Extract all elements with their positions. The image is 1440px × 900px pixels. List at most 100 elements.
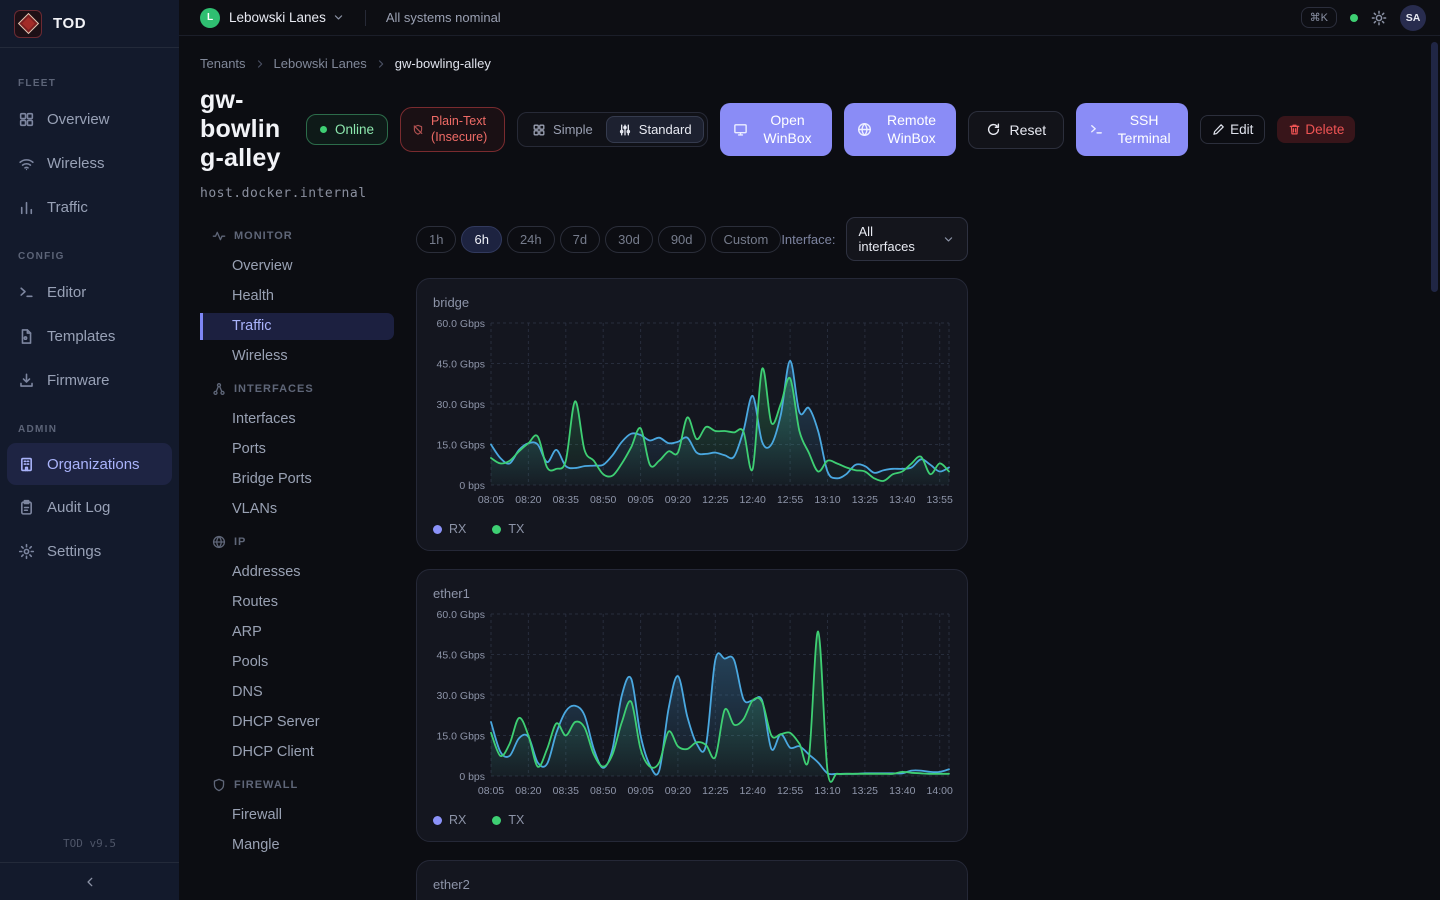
device-nav-item-pools[interactable]: Pools	[200, 649, 394, 676]
online-dot-icon	[320, 126, 327, 133]
pencil-icon	[1212, 123, 1225, 136]
remote-winbox-button[interactable]: Remote WinBox	[844, 103, 956, 156]
mode-simple-option[interactable]: Simple	[521, 117, 604, 142]
chevron-down-icon[interactable]	[332, 11, 345, 24]
range-pill-7d[interactable]: 7d	[560, 226, 600, 253]
sidebar-item-templates[interactable]: Templates	[0, 314, 179, 358]
breadcrumb-tenants[interactable]: Tenants	[200, 56, 246, 71]
device-nav-item-traffic[interactable]: Traffic	[200, 313, 394, 340]
globe-icon	[857, 122, 872, 137]
sidebar-item-overview[interactable]: Overview	[0, 97, 179, 141]
range-pill-1h[interactable]: 1h	[416, 226, 456, 253]
page-title: gw-bowling-alley	[200, 86, 294, 173]
device-nav-item-health[interactable]: Health	[200, 283, 394, 310]
interface-select[interactable]: All interfaces	[846, 217, 968, 261]
app-version: TOD v9.5	[0, 827, 179, 862]
connection-status-dot	[1350, 14, 1358, 22]
shield-off-icon	[412, 124, 424, 136]
device-nav-section-firewall: FIREWALL	[200, 770, 394, 799]
svg-text:09:20: 09:20	[665, 494, 691, 506]
device-nav-section-label: MONITOR	[234, 230, 293, 242]
sidebar-item-label: Settings	[47, 543, 101, 560]
svg-text:08:20: 08:20	[515, 785, 541, 797]
interface-select-value: All interfaces	[859, 224, 932, 254]
device-nav-item-vlans[interactable]: VLANs	[200, 496, 394, 523]
mode-standard-option[interactable]: Standard	[606, 116, 704, 143]
device-nav-section-ip: IP	[200, 527, 394, 556]
svg-text:13:40: 13:40	[889, 785, 915, 797]
open-winbox-button[interactable]: Open WinBox	[720, 103, 832, 156]
ssh-terminal-button[interactable]: SSH Terminal	[1076, 103, 1188, 156]
svg-text:60.0 Gbps: 60.0 Gbps	[437, 318, 485, 330]
monitor-icon	[733, 122, 748, 137]
sidebar-item-traffic[interactable]: Traffic	[0, 185, 179, 229]
device-nav-item-firewall[interactable]: Firewall	[200, 802, 394, 829]
insecure-warning-badge: Plain-Text (Insecure)	[400, 107, 505, 152]
sidebar-item-label: Organizations	[47, 456, 140, 473]
svg-text:08:35: 08:35	[553, 785, 579, 797]
mode-simple-label: Simple	[553, 122, 593, 137]
sidebar-item-organizations[interactable]: Organizations	[7, 443, 172, 485]
chart-title: ether1	[433, 586, 951, 601]
reset-button[interactable]: Reset	[968, 111, 1065, 149]
svg-text:14:00: 14:00	[927, 785, 953, 797]
sidebar-item-firmware[interactable]: Firmware	[0, 358, 179, 402]
svg-text:09:20: 09:20	[665, 785, 691, 797]
app-sidebar: TOD FLEETOverviewWirelessTrafficCONFIGEd…	[0, 0, 179, 900]
range-pill-custom[interactable]: Custom	[711, 226, 782, 253]
svg-text:13:10: 13:10	[814, 494, 840, 506]
device-nav-item-ports[interactable]: Ports	[200, 436, 394, 463]
user-avatar[interactable]: SA	[1400, 5, 1426, 31]
sidebar-section-label: ADMIN	[0, 402, 179, 443]
globe-icon	[212, 535, 226, 549]
breadcrumb-tenant[interactable]: Lebowski Lanes	[274, 56, 367, 71]
scrollbar-thumb[interactable]	[1431, 42, 1438, 292]
sidebar-item-editor[interactable]: Editor	[0, 270, 179, 314]
device-nav-item-routes[interactable]: Routes	[200, 589, 394, 616]
open-winbox-label: Open WinBox	[757, 112, 819, 147]
svg-text:60.0 Gbps: 60.0 Gbps	[437, 609, 485, 621]
svg-text:12:25: 12:25	[702, 494, 728, 506]
sidebar-collapse-button[interactable]	[0, 862, 179, 900]
command-palette-button[interactable]: ⌘K	[1301, 7, 1337, 28]
traffic-panel: 1h6h24h7d30d90dCustom Interface: All int…	[416, 217, 968, 900]
main-content: Tenants Lebowski Lanes gw-bowling-alley …	[179, 36, 1440, 900]
sidebar-item-wireless[interactable]: Wireless	[0, 141, 179, 185]
wifi-icon	[18, 155, 35, 172]
sidebar-item-audit-log[interactable]: Audit Log	[0, 485, 179, 529]
edit-button[interactable]: Edit	[1200, 115, 1265, 144]
chart-plot: 60.0 Gbps45.0 Gbps30.0 Gbps15.0 Gbps0 bp…	[433, 608, 953, 800]
device-nav-item-interfaces[interactable]: Interfaces	[200, 406, 394, 433]
sun-icon[interactable]	[1371, 10, 1387, 26]
device-nav-item-mangle[interactable]: Mangle	[200, 832, 394, 859]
range-pill-24h[interactable]: 24h	[507, 226, 555, 253]
device-nav-item-wireless[interactable]: Wireless	[200, 343, 394, 370]
online-status-badge: Online	[306, 114, 388, 145]
device-nav-item-dhcp-client[interactable]: DHCP Client	[200, 739, 394, 766]
sidebar-item-settings[interactable]: Settings	[0, 529, 179, 573]
device-nav-item-dhcp-server[interactable]: DHCP Server	[200, 709, 394, 736]
range-pill-90d[interactable]: 90d	[658, 226, 706, 253]
chevron-right-icon	[375, 58, 387, 70]
chevron-right-icon	[254, 58, 266, 70]
sidebar-item-label: Audit Log	[47, 499, 110, 516]
svg-text:12:55: 12:55	[777, 494, 803, 506]
delete-button[interactable]: Delete	[1277, 116, 1355, 143]
file-icon	[18, 328, 35, 345]
device-nav-item-overview[interactable]: Overview	[200, 253, 394, 280]
legend-dot-icon	[492, 525, 501, 534]
device-nav-item-addresses[interactable]: Addresses	[200, 559, 394, 586]
device-nav: MONITOROverviewHealthTrafficWirelessINTE…	[200, 217, 394, 862]
tenant-switcher[interactable]: Lebowski Lanes	[229, 10, 326, 25]
svg-text:12:40: 12:40	[740, 494, 766, 506]
download-icon	[18, 372, 35, 389]
sidebar-item-label: Overview	[47, 111, 110, 128]
breadcrumb: Tenants Lebowski Lanes gw-bowling-alley	[200, 56, 1440, 71]
svg-text:12:25: 12:25	[702, 785, 728, 797]
range-pill-6h[interactable]: 6h	[461, 226, 501, 253]
device-nav-item-dns[interactable]: DNS	[200, 679, 394, 706]
device-nav-item-bridge-ports[interactable]: Bridge Ports	[200, 466, 394, 493]
device-nav-item-arp[interactable]: ARP	[200, 619, 394, 646]
range-pill-30d[interactable]: 30d	[605, 226, 653, 253]
device-header: gw-bowling-alley Online Plain-Text (Inse…	[200, 86, 1440, 173]
